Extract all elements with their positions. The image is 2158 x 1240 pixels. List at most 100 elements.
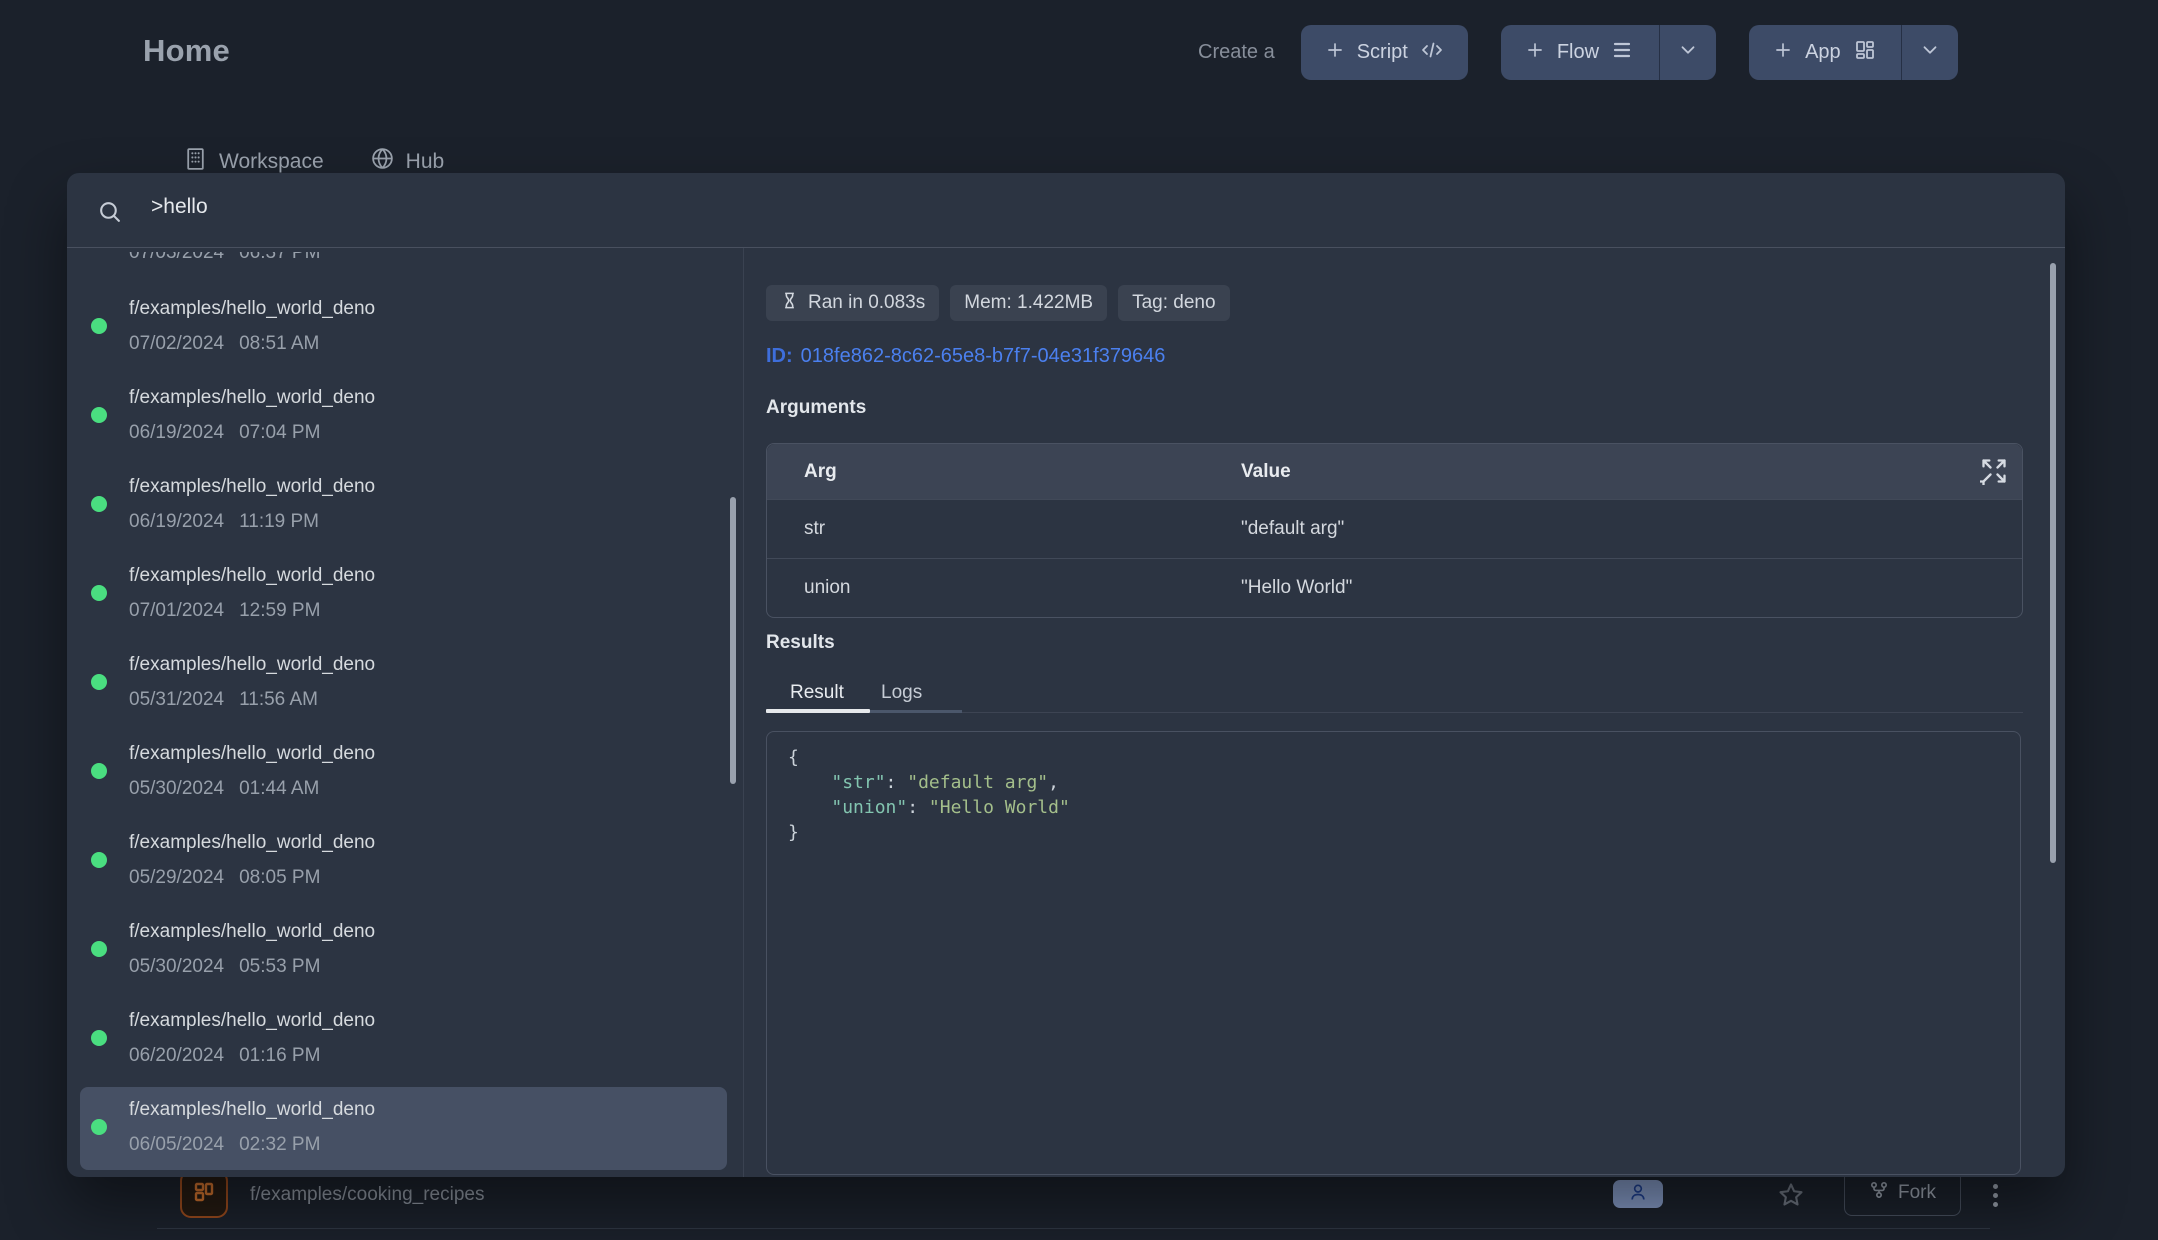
tag-badge-label: Tag: deno — [1132, 292, 1215, 314]
create-flow-label: Flow — [1557, 41, 1599, 64]
list-item[interactable]: f/examples/hello_world_deno 06/20/202401… — [80, 986, 727, 1075]
run-list: 07/03/202406:37 PM f/examples/hello_worl… — [67, 248, 743, 1177]
create-flow-dropdown-button[interactable] — [1659, 25, 1716, 80]
person-icon — [1628, 1182, 1648, 1207]
list-item-timestamp: 06/19/202411:19 PM — [129, 510, 375, 534]
tab-result-underline — [766, 709, 870, 713]
create-flow-button[interactable]: Flow — [1501, 25, 1659, 80]
success-status-dot — [91, 496, 107, 512]
list-item-path: f/examples/hello_world_deno — [129, 473, 375, 500]
success-status-dot — [91, 941, 107, 957]
tab-logs-underline — [870, 710, 962, 713]
cell-arg: union — [767, 577, 1241, 599]
list-item[interactable]: f/examples/hello_world_deno 05/31/202411… — [80, 630, 727, 719]
favorite-star-icon[interactable] — [1777, 1181, 1805, 1209]
memory-badge-label: Mem: 1.422MB — [964, 292, 1093, 314]
duration-badge: Ran in 0.083s — [766, 285, 939, 321]
create-app-button[interactable]: App — [1749, 25, 1901, 80]
app-root: Home Workspace Hub Create a — [0, 0, 2158, 1240]
list-item[interactable]: f/examples/hello_world_deno 06/19/202411… — [80, 452, 727, 541]
command-palette-modal: >hello 07/03/202406:37 PM f/examples/hel… — [67, 173, 2065, 1177]
list-item[interactable]: f/examples/hello_world_deno 07/02/202408… — [80, 274, 727, 363]
table-row[interactable]: union "Hello World" — [767, 558, 2022, 617]
duration-badge-label: Ran in 0.083s — [808, 292, 925, 314]
list-item[interactable]: f/examples/hello_world_deno 07/01/202412… — [80, 541, 727, 630]
chevron-down-icon — [1919, 39, 1941, 67]
detail-scrollbar-thumb[interactable] — [2050, 263, 2056, 863]
list-item-timestamp: 05/29/202408:05 PM — [129, 866, 375, 890]
page-title: Home — [143, 33, 230, 69]
success-status-dot — [91, 407, 107, 423]
cell-value: "Hello World" — [1241, 577, 2022, 599]
shared-users-badge[interactable] — [1613, 1180, 1663, 1208]
success-status-dot — [91, 852, 107, 868]
success-status-dot — [91, 318, 107, 334]
app-item-icon — [180, 1170, 228, 1218]
list-item[interactable]: f/examples/hello_world_deno 06/19/202407… — [80, 363, 727, 452]
arguments-heading: Arguments — [766, 397, 866, 419]
list-item-path: f/examples/hello_world_deno — [129, 384, 375, 411]
tag-badge: Tag: deno — [1118, 285, 1229, 321]
more-menu-icon[interactable] — [1983, 1182, 2007, 1208]
tab-logs[interactable]: Logs — [881, 682, 922, 704]
list-item-path: f/examples/hello_world_deno — [129, 918, 375, 945]
chevron-down-icon — [1677, 39, 1699, 67]
run-id-label: ID: — [766, 345, 793, 367]
list-item-timestamp: 06/19/202407:04 PM — [129, 421, 375, 445]
search-bar[interactable]: >hello — [67, 173, 2065, 247]
results-heading: Results — [766, 632, 835, 654]
list-item[interactable]: f/examples/hello_world_deno 05/29/202408… — [80, 808, 727, 897]
search-input[interactable]: >hello — [151, 195, 208, 219]
list-item-timestamp: 05/31/202411:56 AM — [129, 688, 375, 712]
run-id-value: 018fe862-8c62-65e8-b7f7-04e31f379646 — [801, 345, 1166, 367]
memory-badge: Mem: 1.422MB — [950, 285, 1107, 321]
list-item-clipped[interactable]: 07/03/202406:37 PM — [129, 252, 320, 266]
list-item-path: f/examples/hello_world_deno — [129, 1096, 375, 1123]
create-flow-group: Flow — [1501, 25, 1716, 80]
run-detail-panel: Ran in 0.083s Mem: 1.422MB Tag: deno ID:… — [766, 248, 2023, 1177]
list-item-timestamp: 05/30/202401:44 AM — [129, 777, 375, 801]
plus-icon — [1325, 40, 1345, 66]
layout-grid-icon — [1853, 38, 1877, 68]
code-icon — [1420, 38, 1444, 68]
create-script-group: Script — [1301, 25, 1468, 80]
run-id-link[interactable]: ID: 018fe862-8c62-65e8-b7f7-04e31f379646 — [766, 345, 1165, 368]
row-divider — [157, 1228, 1990, 1229]
create-script-button[interactable]: Script — [1301, 25, 1468, 80]
create-script-label: Script — [1357, 41, 1408, 64]
fork-icon — [1869, 1180, 1889, 1206]
table-row[interactable]: str "default arg" — [767, 499, 2022, 558]
app-item-path[interactable]: f/examples/cooking_recipes — [250, 1184, 484, 1206]
dashboard-icon — [192, 1180, 216, 1209]
tab-hub-label: Hub — [406, 150, 445, 174]
create-app-dropdown-button[interactable] — [1901, 25, 1958, 80]
list-item-path: f/examples/hello_world_deno — [129, 740, 375, 767]
arguments-table-header: Arg Value — [767, 444, 2022, 499]
list-item-path: f/examples/hello_world_deno — [129, 651, 375, 678]
success-status-dot — [91, 674, 107, 690]
create-app-group: App — [1749, 25, 1958, 80]
success-status-dot — [91, 1030, 107, 1046]
tab-workspace-label: Workspace — [219, 150, 324, 174]
create-a-label: Create a — [1198, 41, 1275, 64]
cell-value: "default arg" — [1241, 518, 2022, 540]
list-item-path: f/examples/hello_world_deno — [129, 1007, 375, 1034]
list-item-timestamp: 06/05/202402:32 PM — [129, 1133, 375, 1157]
list-item[interactable]: f/examples/hello_world_deno 06/05/202402… — [80, 1075, 727, 1164]
list-scrollbar-thumb[interactable] — [730, 497, 736, 784]
list-item-timestamp: 07/02/202408:51 AM — [129, 332, 375, 356]
expand-icon[interactable] — [1980, 457, 2008, 485]
list-item-timestamp: 06/20/202401:16 PM — [129, 1044, 375, 1068]
tab-result[interactable]: Result — [790, 682, 844, 704]
list-item-path: f/examples/hello_world_deno — [129, 295, 375, 322]
list-item[interactable]: f/examples/hello_world_deno 05/30/202401… — [80, 719, 727, 808]
column-header-arg: Arg — [767, 461, 1241, 483]
hourglass-icon — [780, 291, 799, 316]
create-app-label: App — [1805, 41, 1841, 64]
list-item[interactable]: f/examples/hello_world_deno 05/30/202405… — [80, 897, 727, 986]
panel-divider — [743, 248, 744, 1177]
success-status-dot — [91, 585, 107, 601]
fork-button-label: Fork — [1898, 1182, 1936, 1204]
list-item-timestamp: 07/01/202412:59 PM — [129, 599, 375, 623]
flow-lines-icon — [1611, 38, 1635, 68]
